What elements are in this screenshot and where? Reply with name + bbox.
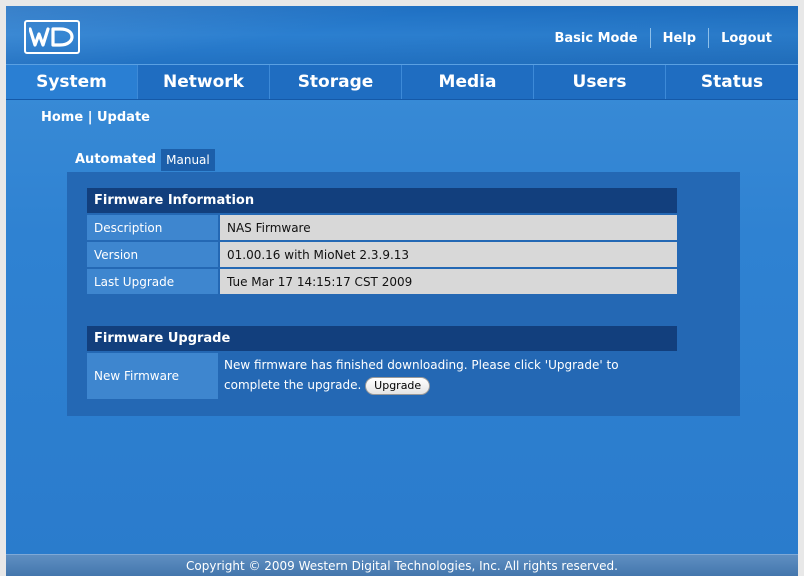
table-row: Last Upgrade Tue Mar 17 14:15:17 CST 200… [87, 269, 677, 294]
version-label: Version [87, 242, 218, 267]
firmware-information-section: Firmware Information Description NAS Fir… [87, 188, 677, 294]
table-row: Version 01.00.16 with MioNet 2.3.9.13 [87, 242, 677, 267]
main-nav: System Network Storage Media Users Statu… [6, 64, 798, 100]
firmware-upgrade-section: Firmware Upgrade New Firmware New firmwa… [87, 326, 677, 399]
firmware-upgrade-title: Firmware Upgrade [87, 326, 677, 351]
new-firmware-label: New Firmware [87, 353, 218, 399]
version-value: 01.00.16 with MioNet 2.3.9.13 [220, 242, 677, 267]
table-row: New Firmware New firmware has finished d… [87, 353, 677, 399]
tab-bar: Automated Manual [70, 149, 215, 171]
footer-copyright: Copyright © 2009 Western Digital Technol… [6, 554, 798, 576]
description-label: Description [87, 215, 218, 240]
breadcrumb-separator: | [87, 110, 93, 125]
wd-logo-icon [29, 27, 74, 47]
update-panel: Firmware Information Description NAS Fir… [67, 172, 740, 416]
breadcrumb: Home | Update [41, 110, 150, 125]
nav-storage[interactable]: Storage [270, 65, 402, 99]
breadcrumb-home[interactable]: Home [41, 110, 83, 125]
tab-automated[interactable]: Automated [70, 149, 161, 171]
top-links: Basic Mode Help Logout [543, 26, 785, 50]
logout-link[interactable]: Logout [709, 31, 784, 46]
nav-media[interactable]: Media [402, 65, 534, 99]
nav-network[interactable]: Network [138, 65, 270, 99]
tab-manual[interactable]: Manual [161, 149, 215, 171]
wd-logo[interactable] [24, 20, 80, 54]
last-upgrade-label: Last Upgrade [87, 269, 218, 294]
app-window: Basic Mode Help Logout System Network St… [6, 6, 798, 576]
breadcrumb-update[interactable]: Update [97, 110, 150, 125]
description-value: NAS Firmware [220, 215, 677, 240]
basic-mode-link[interactable]: Basic Mode [543, 31, 650, 46]
firmware-information-title: Firmware Information [87, 188, 677, 213]
nav-users[interactable]: Users [534, 65, 666, 99]
nav-status[interactable]: Status [666, 65, 798, 99]
new-firmware-message-cell: New firmware has finished downloading. P… [220, 353, 677, 399]
help-link[interactable]: Help [651, 31, 708, 46]
nav-system[interactable]: System [6, 65, 138, 99]
table-row: Description NAS Firmware [87, 215, 677, 240]
last-upgrade-value: Tue Mar 17 14:15:17 CST 2009 [220, 269, 677, 294]
upgrade-button[interactable]: Upgrade [365, 376, 431, 395]
header: Basic Mode Help Logout [6, 6, 798, 64]
